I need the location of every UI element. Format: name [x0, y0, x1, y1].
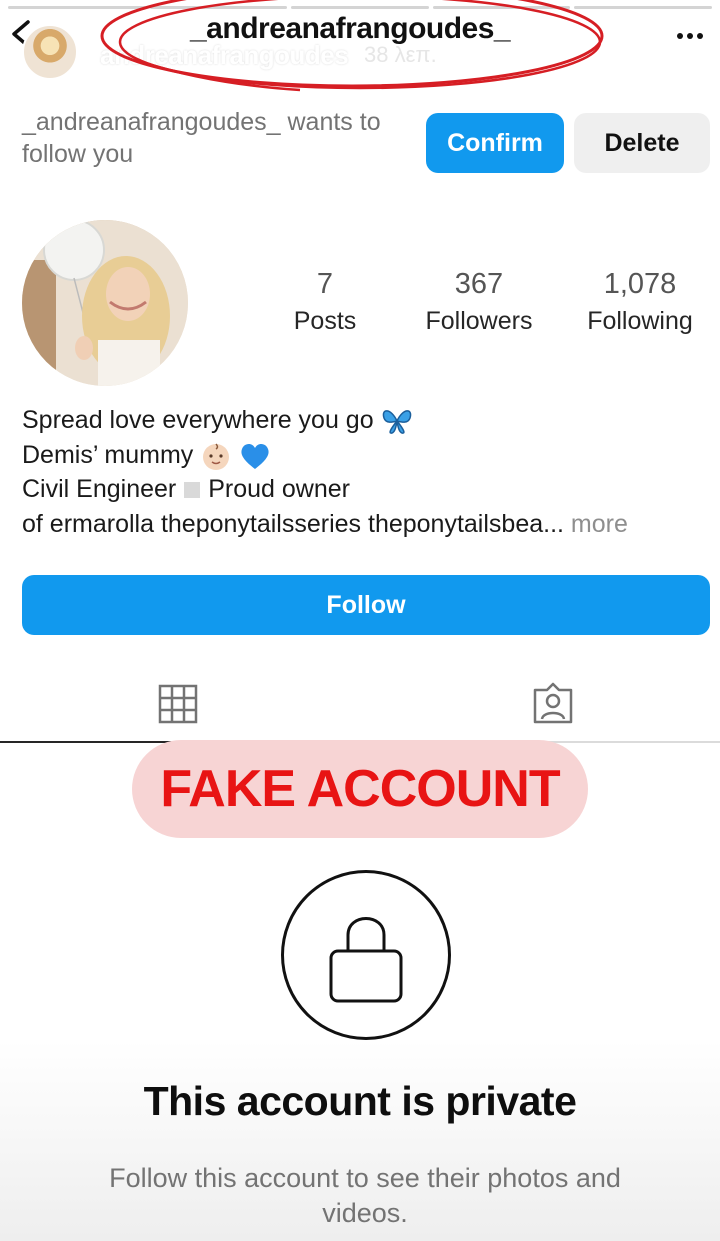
progress-segment [432, 6, 571, 9]
stat-label: Posts [293, 307, 357, 335]
delete-button[interactable]: Delete [574, 113, 710, 173]
private-account-subtitle: Follow this account to see their photos … [109, 1163, 621, 1228]
tab-tagged[interactable] [524, 676, 582, 732]
tab-posts-grid[interactable] [150, 676, 206, 732]
more-options-button[interactable] [672, 18, 708, 54]
bio-text: of ermarolla theponytailsseries theponyt… [22, 509, 564, 538]
bio-text: Demis’ mummy [22, 440, 194, 469]
progress-segment [291, 6, 429, 9]
ellipsis-icon [677, 33, 703, 39]
grid-icon [158, 684, 198, 724]
progress-segment [8, 6, 146, 9]
profile-photo [22, 220, 188, 386]
stat-following[interactable]: 1,078 Following [570, 268, 710, 336]
stat-label: Following [587, 307, 693, 335]
story-avatar[interactable] [22, 24, 78, 80]
bio-line: Civil Engineer Proud owner [22, 472, 712, 507]
story-progress-bar [8, 6, 712, 9]
lock-circle [281, 870, 451, 1040]
stat-posts[interactable]: 7 Posts [262, 268, 388, 336]
progress-segment [574, 6, 712, 9]
bio-text: Civil Engineer [22, 475, 177, 503]
bio-line: Demis’ mummy [22, 438, 712, 473]
follow-request-text: _andreanafrangoudes_ wants to follow you [22, 108, 381, 168]
profile-bio: Spread love everywhere you go Demis’ mum… [22, 403, 712, 541]
bio-text: Spread love everywhere you go [22, 406, 374, 434]
bio-line: Spread love everywhere you go [22, 403, 712, 438]
placeholder-glyph-icon [184, 482, 201, 499]
stat-label: Followers [425, 307, 533, 335]
fake-account-label: FAKE ACCOUNT [132, 740, 588, 838]
profile-stats: 7 Posts 367 Followers 1,078 Following [262, 268, 710, 336]
tagged-person-icon [533, 682, 573, 724]
private-account-title: This account is private [143, 1078, 577, 1124]
confirm-button[interactable]: Confirm [426, 113, 564, 173]
profile-picture[interactable] [22, 220, 188, 386]
bio-line: of ermarolla theponytailsseries theponyt… [22, 507, 712, 542]
bio-text: Proud owner [208, 475, 350, 503]
butterfly-icon [382, 410, 411, 435]
stat-value: 367 [454, 268, 504, 300]
stat-value: 1,078 [603, 268, 677, 300]
stat-value: 7 [316, 268, 334, 300]
stat-followers[interactable]: 367 Followers [414, 268, 544, 336]
profile-username-title: _andreanafrangoudes_ [190, 12, 511, 45]
baby-face-icon [203, 443, 230, 470]
bio-more-link[interactable]: more [571, 510, 628, 538]
progress-segment [149, 6, 288, 9]
follow-button[interactable]: Follow [22, 575, 710, 635]
lock-icon [329, 917, 403, 1003]
blue-heart-icon [241, 443, 269, 469]
